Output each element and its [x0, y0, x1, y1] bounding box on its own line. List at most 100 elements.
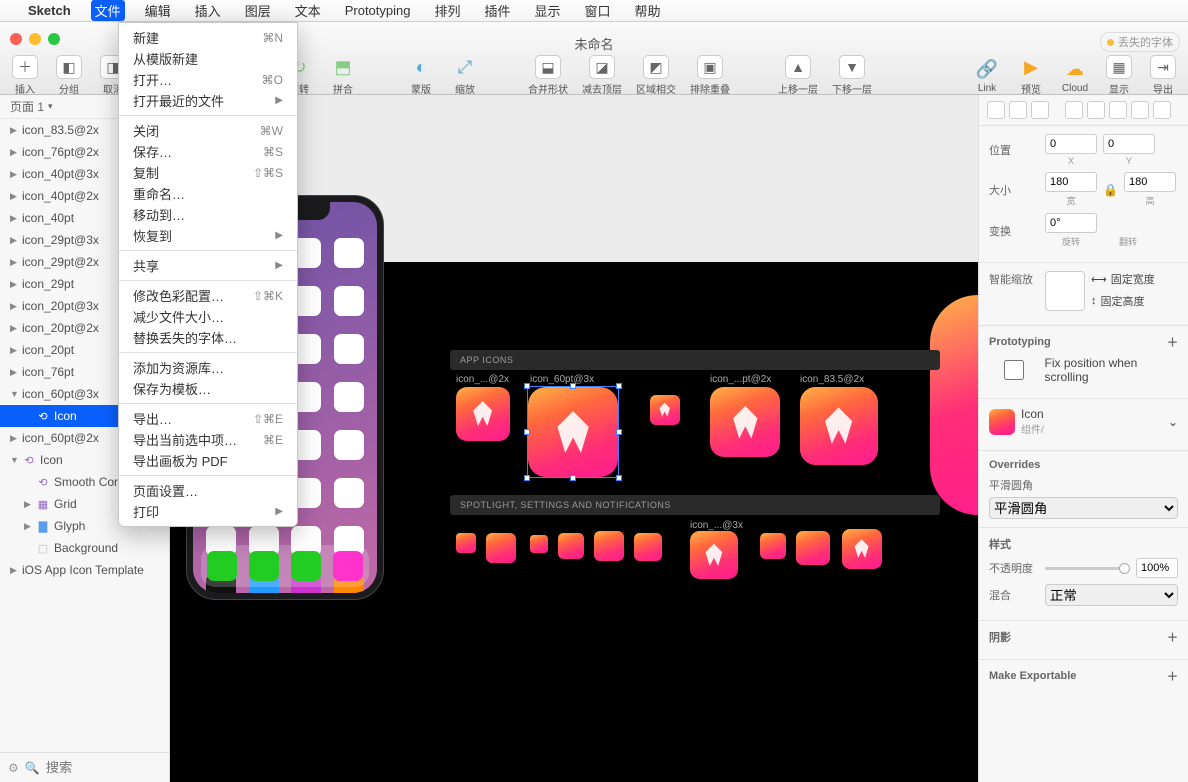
align-center-button[interactable] [1009, 101, 1027, 119]
menu-item[interactable]: 新建⌘N [119, 27, 297, 48]
flip-h-button[interactable] [1103, 213, 1127, 233]
menu-item[interactable]: 页面设置… [119, 480, 297, 501]
link-tool[interactable]: 🔗Link [972, 57, 1002, 94]
add-prototyping-icon[interactable]: ＋ [1167, 334, 1178, 350]
disclosure-triangle-icon[interactable]: ▶ [10, 235, 18, 246]
disclosure-triangle-icon[interactable]: ▶ [10, 169, 18, 180]
disclosure-triangle-icon[interactable]: ▼ [10, 389, 18, 399]
edit-menu[interactable]: 编辑 [141, 0, 175, 21]
settings-icon[interactable]: ⚙ [8, 761, 19, 775]
forward-tool[interactable]: ▲上移一层 [778, 55, 818, 96]
menu-item[interactable]: 修改色彩配置…⇧⌘K [119, 285, 297, 306]
resize-handle-ne[interactable] [616, 383, 622, 389]
icon-instance[interactable] [690, 531, 738, 579]
disclosure-triangle-icon[interactable]: ▶ [10, 213, 18, 224]
resize-handle-e[interactable] [616, 429, 622, 435]
insert-menu[interactable]: 插入 [191, 0, 225, 21]
icon-instance[interactable] [650, 395, 680, 425]
opacity-input[interactable] [1136, 558, 1178, 578]
opacity-slider[interactable] [1045, 567, 1130, 570]
icon-instance[interactable] [710, 387, 780, 457]
disclosure-triangle-icon[interactable]: ▶ [10, 301, 18, 312]
add-shadow-icon[interactable]: ＋ [1167, 629, 1178, 645]
insert-tool[interactable]: ＋插入 [10, 55, 40, 96]
cloud-tool[interactable]: ☁Cloud [1060, 57, 1090, 94]
disclosure-triangle-icon[interactable]: ▶ [10, 345, 18, 356]
icon-instance[interactable] [760, 533, 786, 559]
disclosure-triangle-icon[interactable]: ▶ [10, 147, 18, 158]
y-input[interactable] [1103, 134, 1155, 154]
resize-handle-n[interactable] [570, 383, 576, 389]
align-top-button[interactable] [1065, 101, 1083, 119]
layer-row[interactable]: ▢Background [0, 537, 169, 559]
flatten-tool[interactable]: ⬒拼合 [328, 55, 358, 96]
menu-item[interactable]: 共享▶ [119, 255, 297, 276]
resize-handle-w[interactable] [524, 429, 530, 435]
icon-instance[interactable] [486, 533, 516, 563]
icon-instance[interactable] [634, 533, 662, 561]
resize-handle-se[interactable] [616, 475, 622, 481]
close-window-button[interactable] [10, 33, 22, 45]
icon-instance[interactable] [796, 531, 830, 565]
text-menu[interactable]: 文本 [291, 0, 325, 21]
flip-v-button[interactable] [1129, 213, 1153, 233]
disclosure-triangle-icon[interactable]: ▶ [10, 367, 18, 378]
disclosure-triangle-icon[interactable]: ▶ [10, 257, 18, 268]
plugins-menu[interactable]: 插件 [481, 0, 515, 21]
layer-menu[interactable]: 图层 [241, 0, 275, 21]
menu-item[interactable]: 导出…⇧⌘E [119, 408, 297, 429]
lock-icon[interactable]: 🔒 [1103, 183, 1118, 197]
align-bottom-button[interactable] [1109, 101, 1127, 119]
disclosure-triangle-icon[interactable]: ▼ [10, 455, 18, 465]
prototyping-menu[interactable]: Prototyping [341, 2, 415, 19]
menu-item[interactable]: 导出当前选中项…⌘E [119, 429, 297, 450]
menu-item[interactable]: 从模版新建 [119, 48, 297, 69]
disclosure-triangle-icon[interactable]: ▶ [24, 499, 32, 510]
x-input[interactable] [1045, 134, 1097, 154]
group-tool[interactable]: ◧分组 [54, 55, 84, 96]
icon-instance[interactable] [594, 531, 624, 561]
backward-tool[interactable]: ▼下移一层 [832, 55, 872, 96]
scale-tool[interactable]: ⤢缩放 [450, 55, 480, 96]
minimize-window-button[interactable] [29, 33, 41, 45]
missing-font-badge[interactable]: 丢失的字体 [1100, 32, 1180, 52]
zoom-window-button[interactable] [48, 33, 60, 45]
bool-subtract-tool[interactable]: ◪减去顶层 [582, 55, 622, 96]
align-right-button[interactable] [1031, 101, 1049, 119]
menu-item[interactable]: 打开最近的文件▶ [119, 90, 297, 111]
arrange-menu[interactable]: 排列 [430, 0, 464, 21]
disclosure-triangle-icon[interactable]: ▶ [10, 323, 18, 334]
mask-tool[interactable]: ◐蒙版 [406, 55, 436, 96]
menu-item[interactable]: 打印▶ [119, 501, 297, 522]
icon-instance[interactable] [456, 387, 510, 441]
disclosure-triangle-icon[interactable]: ▶ [10, 433, 18, 444]
symbol-picker[interactable]: Icon 组件/ ⌄ [989, 407, 1178, 436]
view-menu[interactable]: 显示 [531, 0, 565, 21]
menu-item[interactable]: 关闭⌘W [119, 120, 297, 141]
disclosure-triangle-icon[interactable]: ▶ [10, 125, 18, 136]
resizing-widget[interactable] [1045, 271, 1085, 311]
fix-height-icon[interactable]: ↕ [1091, 295, 1097, 307]
view-tool[interactable]: ▦显示 [1104, 55, 1134, 96]
app-menu[interactable]: Sketch [24, 2, 75, 19]
disclosure-triangle-icon[interactable]: ▶ [10, 191, 18, 202]
bool-difference-tool[interactable]: ▣排除重叠 [690, 55, 730, 96]
height-input[interactable] [1124, 172, 1176, 192]
rotation-input[interactable] [1045, 213, 1097, 233]
distribute-h-button[interactable] [1131, 101, 1149, 119]
icon-instance[interactable] [558, 533, 584, 559]
align-left-button[interactable] [987, 101, 1005, 119]
menu-item[interactable]: 移动到… [119, 204, 297, 225]
bool-intersect-tool[interactable]: ◩区域相交 [636, 55, 676, 96]
menu-item[interactable]: 复制⇧⌘S [119, 162, 297, 183]
menu-item[interactable]: 保存为模板… [119, 378, 297, 399]
fix-scroll-checkbox[interactable] [989, 360, 1039, 380]
icon-instance[interactable] [842, 529, 882, 569]
menu-item[interactable]: 替换丢失的字体… [119, 327, 297, 348]
icon-instance[interactable] [456, 533, 476, 553]
menu-item[interactable]: 打开…⌘O [119, 69, 297, 90]
menu-item[interactable]: 重命名… [119, 183, 297, 204]
export-tool[interactable]: ⇥导出 [1148, 55, 1178, 96]
menu-item[interactable]: 保存…⌘S [119, 141, 297, 162]
bool-union-tool[interactable]: ⬓合并形状 [528, 55, 568, 96]
